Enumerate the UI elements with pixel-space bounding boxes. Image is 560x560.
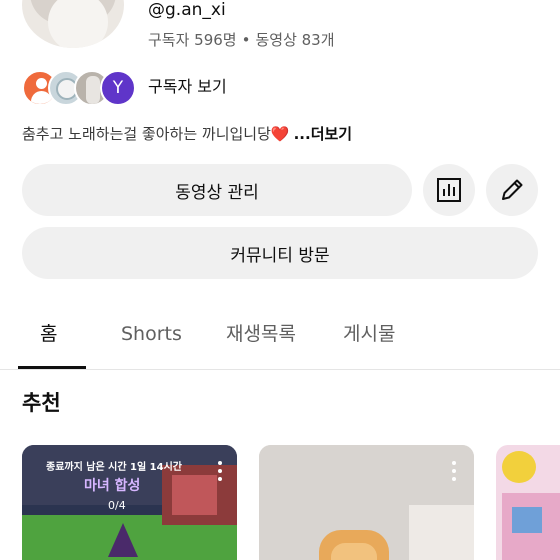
stats-separator: • — [241, 31, 251, 49]
thumbnail-bear — [502, 451, 536, 483]
subscriber-avatar-letter: Y — [100, 70, 136, 106]
thumbnail-shelf — [409, 505, 474, 560]
kebab-menu-icon[interactable] — [217, 461, 223, 481]
avatar-plush — [48, 0, 108, 48]
thumbnail-character-detail — [331, 543, 377, 560]
edit-channel-button[interactable] — [486, 164, 538, 216]
thumbnail-window — [512, 507, 542, 533]
tab-posts[interactable]: 게시물 — [343, 322, 395, 346]
tab-playlists[interactable]: 재생목록 — [226, 322, 296, 346]
channel-stats: 구독자 596명 • 동영상 83개 — [148, 30, 335, 50]
more-link[interactable]: ...더보기 — [294, 125, 353, 143]
channel-description[interactable]: 춤추고 노래하는걸 좋아하는 까니입니당❤️ ...더보기 — [22, 124, 352, 144]
video-thumbnail-1[interactable]: 종료까지 남은 시간 1일 14시간 마녀 합성 0/4 — [22, 445, 237, 560]
tab-shorts[interactable]: Shorts — [121, 322, 182, 346]
visit-community-button[interactable]: 커뮤니티 방문 — [22, 227, 538, 279]
video-overlay-title: 마녀 합성 — [84, 478, 141, 494]
video-caption: 종료까지 남은 시간 1일 14시간 — [46, 462, 182, 473]
kebab-menu-icon[interactable] — [451, 461, 457, 481]
video-count: 동영상 83개 — [255, 31, 335, 49]
subscriber-count: 구독자 596명 — [148, 31, 237, 49]
thumbnail-building-detail — [172, 475, 217, 515]
channel-tabs: 홈 Shorts 재생목록 게시물 — [0, 300, 560, 370]
bar-chart-icon — [437, 178, 461, 202]
heart-icon: ❤️ — [270, 125, 290, 143]
channel-handle: @g.an_xi — [148, 0, 226, 20]
active-tab-indicator — [18, 366, 86, 369]
pencil-icon — [502, 179, 523, 200]
section-title-featured: 추천 — [22, 391, 61, 415]
video-thumbnail-2[interactable] — [259, 445, 474, 560]
description-text: 춤추고 노래하는걸 좋아하는 까니입니당 — [22, 125, 271, 143]
subscriber-avatars[interactable]: Y — [22, 70, 142, 106]
view-subscribers-link[interactable]: 구독자 보기 — [148, 77, 227, 97]
video-overlay-counter: 0/4 — [108, 499, 126, 512]
tab-home[interactable]: 홈 — [40, 322, 57, 346]
video-thumbnail-3[interactable] — [496, 445, 560, 560]
channel-avatar[interactable] — [22, 0, 124, 48]
manage-videos-button[interactable]: 동영상 관리 — [22, 164, 412, 216]
person-icon-head — [36, 78, 47, 89]
analytics-button[interactable] — [423, 164, 475, 216]
avatar-photo-detail — [86, 76, 100, 104]
